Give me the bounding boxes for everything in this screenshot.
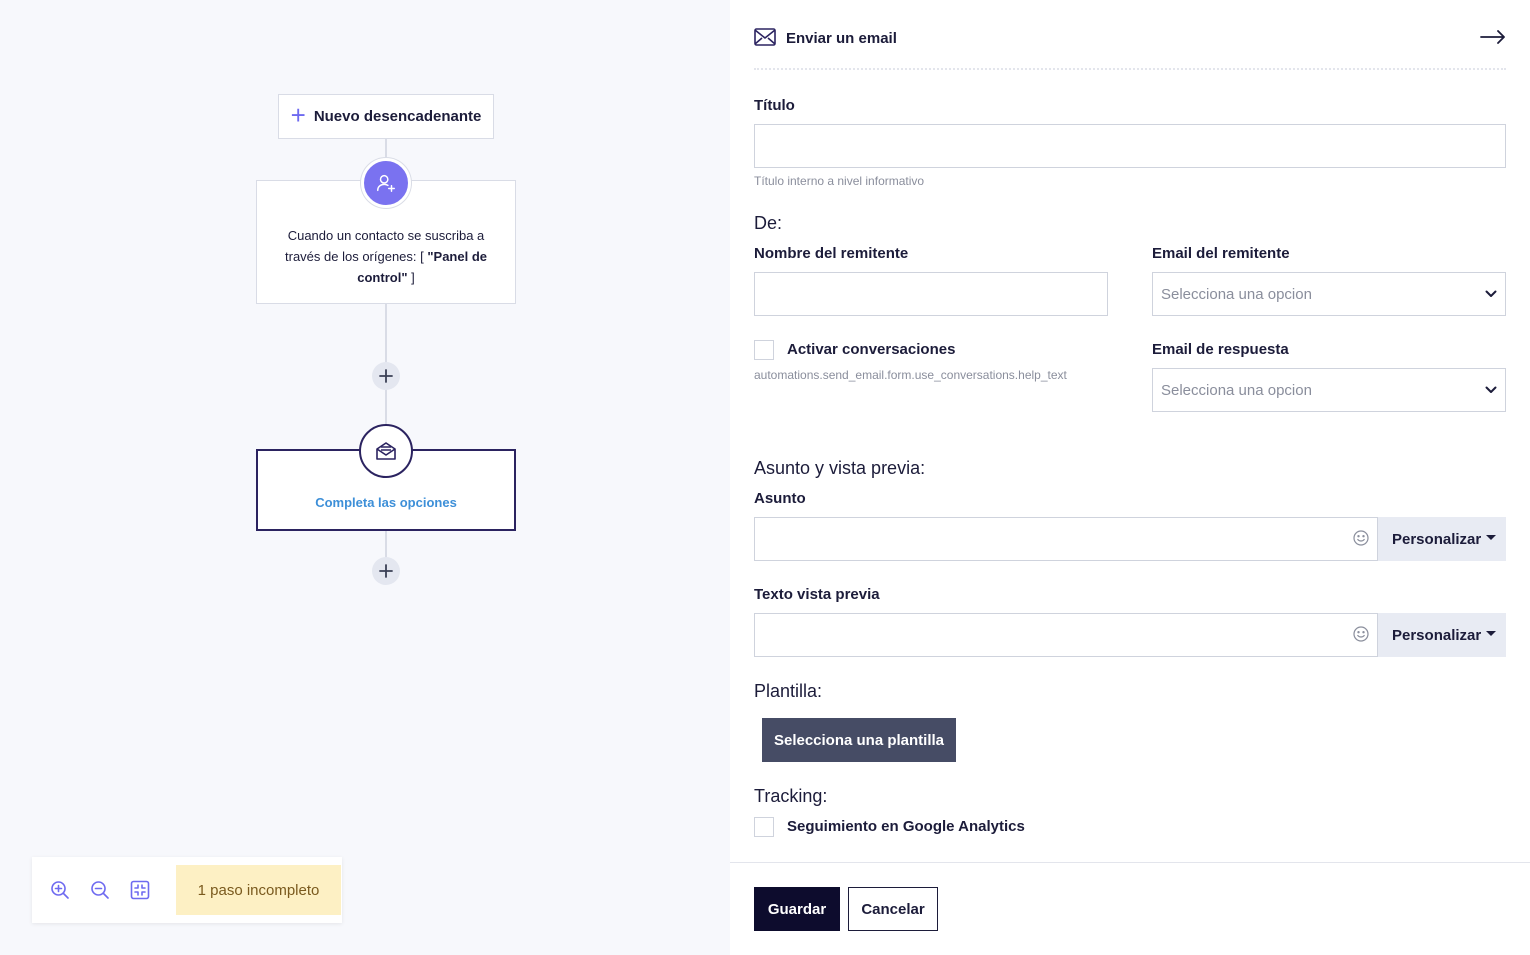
- user-plus-icon: [361, 158, 411, 208]
- ga-tracking-label: Seguimiento en Google Analytics: [787, 818, 1025, 835]
- sender-email-placeholder: Selecciona una opcion: [1161, 285, 1312, 303]
- plus-icon: +: [290, 100, 306, 130]
- personalize-label: Personalizar: [1392, 530, 1482, 548]
- ga-tracking-checkbox[interactable]: [754, 817, 774, 837]
- titulo-label: Título: [754, 97, 795, 114]
- trigger-description: Cuando un contacto se suscriba a través …: [285, 228, 487, 285]
- reply-email-placeholder: Selecciona una opcion: [1161, 381, 1312, 399]
- automation-canvas: + Nuevo desencadenante Cuando un contact…: [0, 0, 730, 955]
- sender-name-label: Nombre del remitente: [754, 245, 909, 262]
- zoom-toolbar: 1 paso incompleto: [32, 857, 342, 923]
- envelope-open-icon: [359, 424, 413, 478]
- incomplete-steps-badge[interactable]: 1 paso incompleto: [176, 865, 341, 915]
- select-template-button[interactable]: Selecciona una plantilla: [762, 718, 956, 762]
- chevron-down-icon: [1485, 290, 1497, 297]
- conversations-label: Activar conversaciones: [787, 341, 956, 358]
- conversations-checkbox[interactable]: [754, 340, 774, 360]
- personalize-label: Personalizar: [1392, 626, 1482, 644]
- sender-email-label: Email del remitente: [1152, 245, 1290, 262]
- fit-view-icon: [130, 880, 150, 900]
- sender-email-select[interactable]: Selecciona una opcion: [1152, 272, 1506, 316]
- conversations-help: automations.send_email.form.use_conversa…: [754, 368, 1067, 382]
- plus-icon: [379, 369, 393, 383]
- add-step-button[interactable]: [372, 362, 400, 390]
- reply-email-select[interactable]: Selecciona una opcion: [1152, 368, 1506, 412]
- arrow-right-icon[interactable]: [1480, 30, 1506, 44]
- preview-text-label: Texto vista previa: [754, 586, 880, 603]
- preview-text-input[interactable]: [754, 613, 1378, 657]
- cancel-button[interactable]: Cancelar: [848, 887, 938, 931]
- preview-personalize-button[interactable]: Personalizar: [1378, 613, 1506, 657]
- zoom-in-button[interactable]: [50, 880, 70, 900]
- panel-header: Enviar un email: [754, 22, 1506, 70]
- new-trigger-button[interactable]: + Nuevo desencadenante: [278, 94, 494, 139]
- from-section-title: De:: [754, 213, 783, 233]
- subject-input[interactable]: [754, 517, 1378, 561]
- subject-personalize-button[interactable]: Personalizar: [1378, 517, 1506, 561]
- zoom-out-icon: [91, 881, 109, 899]
- fit-view-button[interactable]: [130, 880, 150, 900]
- add-step-button[interactable]: [372, 557, 400, 585]
- new-trigger-label: Nuevo desencadenante: [313, 108, 482, 125]
- caret-down-icon: [1486, 631, 1497, 636]
- plus-icon: [379, 564, 393, 578]
- template-section-title: Plantilla:: [754, 681, 823, 701]
- reply-email-label: Email de respuesta: [1152, 341, 1289, 358]
- titulo-input[interactable]: [754, 124, 1506, 168]
- emoji-icon[interactable]: [1353, 530, 1369, 546]
- sender-name-input[interactable]: [754, 272, 1108, 316]
- email-step-status: Completa las opciones: [315, 495, 457, 510]
- send-email-panel: Enviar un email Título Título interno a …: [730, 0, 1530, 955]
- footer-divider: [730, 862, 1530, 863]
- subject-label: Asunto: [754, 490, 806, 507]
- save-button[interactable]: Guardar: [754, 887, 840, 931]
- subject-section-title: Asunto y vista previa:: [754, 458, 926, 478]
- zoom-in-icon: [51, 881, 69, 899]
- zoom-out-button[interactable]: [90, 880, 110, 900]
- emoji-icon[interactable]: [1353, 626, 1369, 642]
- caret-down-icon: [1486, 535, 1497, 540]
- panel-title: Enviar un email: [786, 30, 897, 47]
- chevron-down-icon: [1485, 386, 1497, 393]
- titulo-help: Título interno a nivel informativo: [754, 174, 925, 188]
- envelope-icon: [754, 28, 776, 46]
- tracking-section-title: Tracking:: [754, 786, 828, 806]
